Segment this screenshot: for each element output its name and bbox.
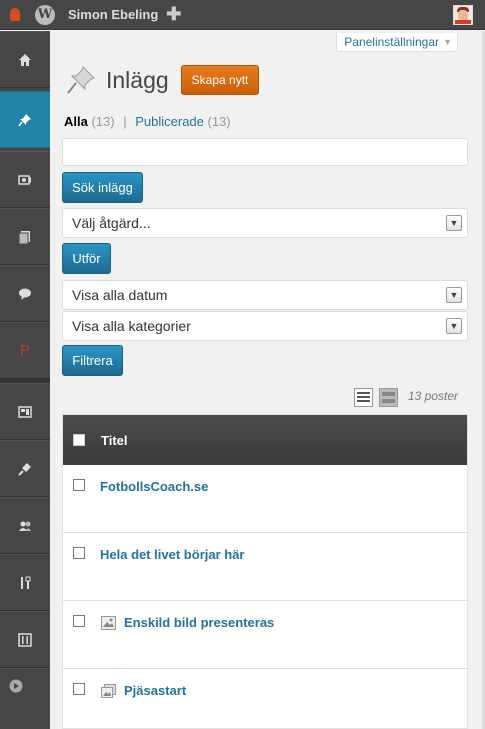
new-content-plus-icon[interactable]: ✚ [158,0,181,30]
post-title-link[interactable]: FotbollsCoach.se [100,479,208,494]
menu-item-settings[interactable] [0,611,50,668]
column-header-title[interactable]: Titel [101,433,128,448]
view-switch [354,388,398,407]
plugins-icon [18,462,31,476]
media-icon [18,174,31,185]
search-input[interactable] [62,138,468,166]
filter-published-count: (13) [207,114,231,129]
date-filter-select[interactable]: Visa alla datum ▼ [62,280,468,310]
home-icon [19,53,31,66]
tools-icon [21,576,31,589]
apply-bulk-action-button[interactable]: Utför [62,243,111,274]
pages-icon [18,230,30,244]
avatar[interactable] [453,5,473,25]
menu-item-users[interactable] [0,497,50,554]
filter-all-count: (13) [91,114,115,129]
add-new-post-button[interactable]: Skapa nytt [180,65,260,95]
collapse-icon [9,679,23,693]
settings-icon [18,632,32,647]
admin-bar: W Simon Ebeling ✚ [0,0,485,30]
select-all-checkbox[interactable] [73,434,85,446]
chevron-down-icon: ▼ [443,37,452,47]
main-content: Panelinställningar ▼ Inlägg Skapa nytt A… [50,31,485,729]
search-posts-button[interactable]: Sök inlägg [62,172,143,203]
filter-separator: | [123,114,127,129]
row-checkbox[interactable] [73,683,85,695]
table-row: FotbollsCoach.se [63,465,467,533]
category-filter-selected: Visa alla kategorier [72,318,191,334]
wordpress-logo-icon[interactable]: W [30,0,60,30]
users-icon [19,521,31,531]
gallery-icon [101,684,116,698]
screen-options-label: Panelinställningar [344,35,439,49]
chevron-down-icon: ▼ [446,287,462,303]
posts-pin-icon [18,113,31,126]
bulk-action-select[interactable]: Välj åtgärd... ▼ [62,208,468,238]
date-filter-selected: Visa alla datum [72,287,168,303]
appearance-icon [18,405,32,418]
status-filter-links: Alla (13) | Publicerade (13) [64,114,231,129]
table-row: Hela det livet börjar här [63,533,467,601]
chevron-down-icon: ▼ [446,318,462,334]
menu-item-appearance[interactable] [0,383,50,440]
admin-bar-user-name[interactable]: Simon Ebeling [60,0,158,30]
excerpt-view-icon[interactable] [379,388,398,407]
filter-published-link[interactable]: Publicerade [135,114,204,129]
screen-options-button[interactable]: Panelinställningar ▼ [336,33,458,52]
menu-item-plugin-p[interactable]: P [0,322,50,379]
post-title-link[interactable]: Hela det livet börjar här [100,547,245,562]
menu-item-dashboard[interactable] [0,31,50,88]
comments-icon [19,288,31,300]
menu-item-comments[interactable] [0,265,50,322]
chevron-down-icon: ▼ [446,215,462,231]
menu-collapse[interactable] [0,668,50,725]
post-title-link[interactable]: Enskild bild presenteras [124,615,274,630]
image-icon [101,616,116,630]
posts-pin-icon [67,66,95,94]
page-title: Inlägg [106,66,169,93]
row-checkbox[interactable] [73,547,85,559]
plugin-p-icon: P [19,342,30,359]
row-checkbox[interactable] [73,479,85,491]
menu-item-media[interactable] [0,151,50,208]
admin-menu: P [0,31,50,729]
filter-all-link[interactable]: Alla [64,114,88,129]
post-title-link[interactable]: Pjäsastart [124,683,186,698]
menu-item-pages[interactable] [0,208,50,265]
menu-item-posts[interactable] [0,91,50,148]
site-logo-icon[interactable] [0,0,30,30]
table-row: Pjäsastart [63,669,467,728]
menu-item-tools[interactable] [0,554,50,611]
table-row: Enskild bild presenteras [63,601,467,669]
posts-table: Titel FotbollsCoach.se Hela det livet bö… [62,414,468,729]
filter-button[interactable]: Filtrera [62,345,123,376]
list-view-icon[interactable] [354,388,373,407]
page-header: Inlägg Skapa nytt [64,63,260,97]
bulk-action-selected: Välj åtgärd... [72,215,151,231]
item-count: 13 poster [407,389,458,403]
menu-item-plugins[interactable] [0,440,50,497]
category-filter-select[interactable]: Visa alla kategorier ▼ [62,311,468,341]
table-header: Titel [63,415,467,465]
row-checkbox[interactable] [73,615,85,627]
